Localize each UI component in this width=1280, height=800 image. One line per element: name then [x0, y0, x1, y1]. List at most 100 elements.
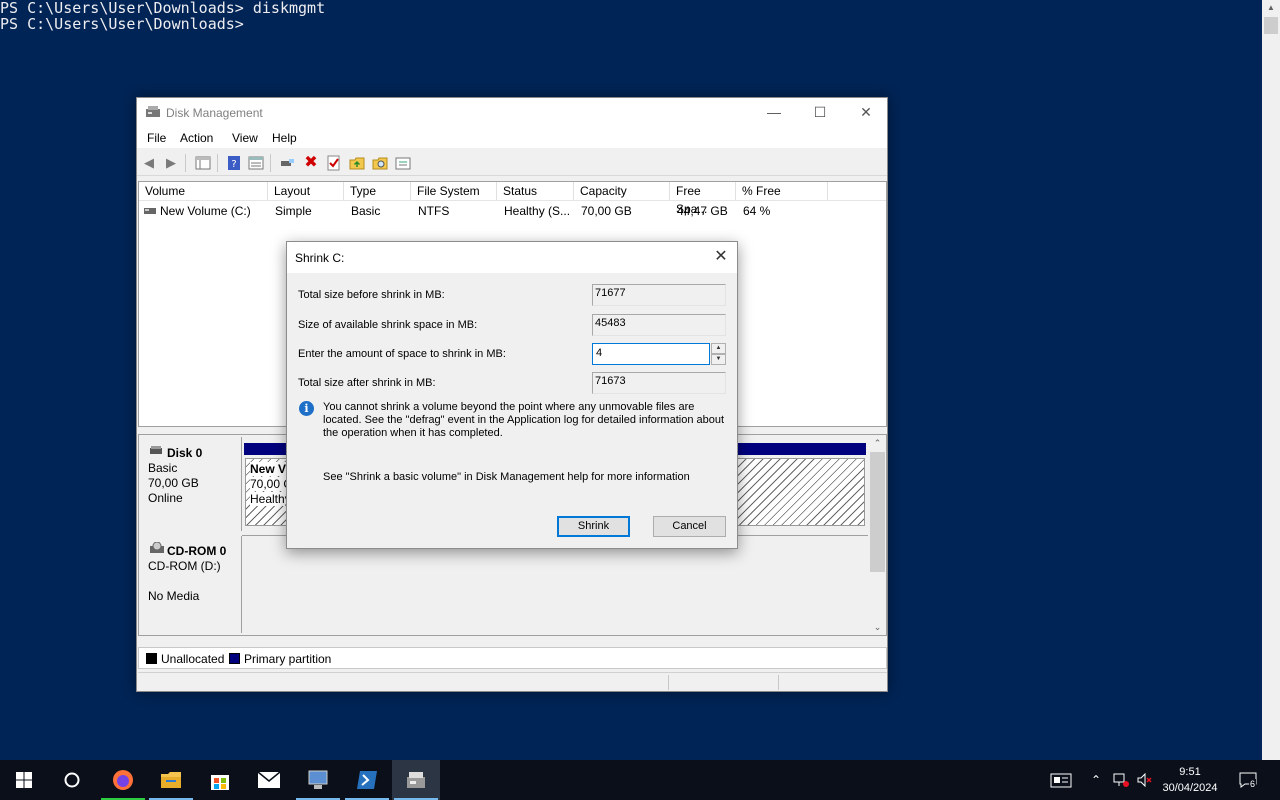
cd-rom-0-label[interactable]: CD-ROM 0 CD-ROM (D:) No Media: [139, 536, 242, 633]
scroll-up-icon[interactable]: ⌃: [869, 435, 886, 451]
menu-help[interactable]: Help: [272, 131, 297, 145]
cell-layout: Simple: [275, 204, 312, 218]
spin-down-icon[interactable]: ▼: [711, 354, 726, 365]
volume-drive-icon: [144, 208, 156, 214]
available-space-field: 45483: [592, 314, 726, 336]
open-folder-icon[interactable]: [349, 155, 365, 171]
cell-percent-free: 64 %: [743, 204, 771, 218]
disk-state: No Media: [148, 589, 200, 603]
taskbar-powershell[interactable]: [343, 760, 391, 800]
toolbar: ◀ ▶ ? ✖: [137, 150, 887, 176]
disk-0-label[interactable]: Disk 0 Basic 70,00 GB Online: [139, 437, 242, 531]
taskbar-disk-management[interactable]: [392, 760, 440, 800]
total-after-label: Total size after shrink in MB:: [298, 377, 436, 389]
taskbar-store[interactable]: [196, 760, 244, 800]
menu-action[interactable]: Action: [180, 131, 213, 145]
scroll-up-icon[interactable]: ▲: [1262, 0, 1280, 16]
folder-icon: [161, 772, 181, 788]
dialog-title-bar[interactable]: Shrink C: ✕: [287, 242, 737, 273]
computer-icon: [308, 770, 328, 789]
settings-list-icon[interactable]: [395, 155, 411, 171]
total-after-field: 71673: [592, 372, 726, 394]
column-header-layout[interactable]: Layout: [268, 182, 344, 200]
help-message: See "Shrink a basic volume" in Disk Mana…: [323, 471, 690, 483]
partition-name: New V: [250, 462, 287, 476]
column-header-free-space[interactable]: Free Spa...: [670, 182, 736, 216]
news-icon: [1050, 773, 1072, 788]
delete-icon[interactable]: ✖: [303, 155, 319, 171]
shrink-amount-label: Enter the amount of space to shrink in M…: [298, 348, 506, 360]
clock-time: 9:51: [1179, 766, 1201, 778]
maximize-button[interactable]: ☐: [797, 98, 843, 128]
disk-management-icon: [407, 772, 425, 788]
mail-icon: [257, 771, 281, 788]
shrink-amount-input[interactable]: 4: [592, 343, 710, 365]
menu-file[interactable]: File: [147, 131, 166, 145]
column-header-capacity[interactable]: Capacity: [574, 182, 670, 200]
console-line: PS C:\Users\User\Downloads>: [0, 15, 244, 33]
taskbar-remote-desktop[interactable]: [294, 760, 342, 800]
taskbar-firefox[interactable]: [99, 760, 147, 800]
back-arrow-icon[interactable]: ◀: [141, 155, 157, 171]
check-properties-icon[interactable]: [326, 155, 342, 171]
disk-type: Basic: [148, 461, 178, 475]
column-header-type[interactable]: Type: [344, 182, 411, 200]
scroll-thumb[interactable]: [1264, 17, 1278, 34]
windows-icon: [16, 772, 32, 788]
column-header-volume[interactable]: Volume: [139, 182, 268, 200]
disk-name: CD-ROM 0: [167, 544, 227, 558]
help-icon[interactable]: ?: [226, 155, 242, 171]
cell-status: Healthy (S...: [504, 204, 571, 218]
properties-icon[interactable]: [248, 155, 264, 171]
legend: Unallocated Primary partition: [138, 647, 887, 669]
close-icon[interactable]: ✕: [707, 244, 735, 270]
cell-file-system: NTFS: [418, 204, 450, 218]
console-scrollbar[interactable]: ▲: [1262, 0, 1280, 760]
network-icon[interactable]: [1110, 760, 1132, 800]
notification-center-button[interactable]: 6: [1236, 760, 1262, 800]
total-before-label: Total size before shrink in MB:: [298, 289, 445, 301]
taskbar-file-explorer[interactable]: [147, 760, 195, 800]
disk-management-icon: [146, 106, 160, 117]
disk-state: Online: [148, 491, 183, 505]
connect-icon[interactable]: [279, 155, 295, 171]
close-button[interactable]: ✕: [843, 98, 889, 128]
column-header-file-system[interactable]: File System: [411, 182, 497, 200]
title-bar[interactable]: Disk Management — ☐ ✕: [137, 98, 887, 128]
news-button[interactable]: [1046, 760, 1076, 800]
scroll-down-icon[interactable]: ⌄: [869, 619, 886, 635]
store-icon: [211, 775, 229, 790]
show-hide-console-tree-icon[interactable]: [195, 155, 211, 171]
menu-bar: File Action View Help: [137, 128, 887, 148]
disk-view-scrollbar[interactable]: ⌃ ⌄: [869, 435, 886, 635]
menu-view[interactable]: View: [232, 131, 258, 145]
legend-unallocated: Unallocated: [161, 652, 225, 666]
explore-folder-icon[interactable]: [372, 155, 388, 171]
cd-rom-icon: [150, 542, 164, 553]
primary-partition-swatch: [229, 653, 240, 664]
system-clock[interactable]: 9:51 30/04/2024: [1158, 764, 1222, 796]
taskbar-mail[interactable]: [245, 760, 293, 800]
cell-free-space: 44,47 GB: [677, 204, 728, 218]
search-button[interactable]: [48, 760, 96, 800]
available-space-label: Size of available shrink space in MB:: [298, 319, 478, 331]
volume-muted-icon[interactable]: [1134, 760, 1156, 800]
column-header-percent-free[interactable]: % Free: [736, 182, 828, 200]
spin-up-icon[interactable]: ▲: [711, 343, 726, 354]
minimize-button[interactable]: —: [751, 98, 797, 128]
shrink-button[interactable]: Shrink: [557, 516, 630, 537]
taskbar: ⌃ 9:51 30/04/2024 6: [0, 760, 1280, 800]
show-hidden-icons-chevron-icon[interactable]: ⌃: [1088, 760, 1104, 800]
info-message: You cannot shrink a volume beyond the po…: [323, 401, 725, 439]
cancel-button[interactable]: Cancel: [653, 516, 726, 537]
cell-capacity: 70,00 GB: [581, 204, 632, 218]
start-button[interactable]: [0, 760, 48, 800]
shrink-dialog: Shrink C: ✕ Total size before shrink in …: [286, 241, 738, 549]
scroll-thumb[interactable]: [870, 452, 885, 572]
legend-primary-partition: Primary partition: [244, 652, 332, 666]
clock-date: 30/04/2024: [1162, 782, 1218, 794]
dialog-title: Shrink C:: [295, 251, 345, 265]
column-header-status[interactable]: Status: [497, 182, 574, 200]
forward-arrow-icon[interactable]: ▶: [163, 155, 179, 171]
firefox-icon: [113, 770, 133, 790]
